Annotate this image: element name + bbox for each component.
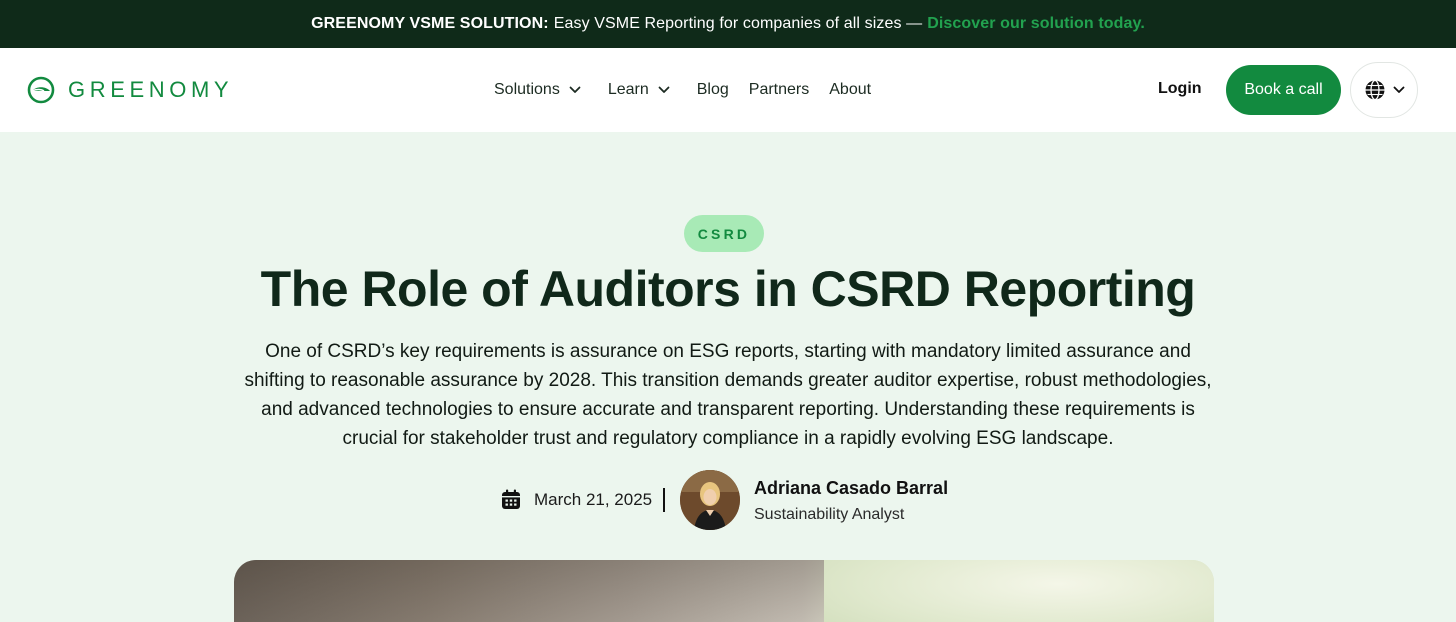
calendar-icon: [502, 489, 520, 509]
chevron-down-icon: [1393, 86, 1404, 93]
article-title: The Role of Auditors in CSRD Reporting: [260, 261, 1196, 317]
nav-item-label: Learn: [607, 81, 649, 98]
nav-item-learn[interactable]: Learn: [608, 81, 670, 99]
nav-item-about[interactable]: About: [829, 81, 871, 99]
main-nav: GREENOMY Solutions Learn Blog Partners A…: [0, 48, 1456, 132]
leaf-logo-icon: [27, 76, 55, 104]
nav-item-label: Partners: [748, 81, 810, 98]
date-text: March 21, 2025: [534, 489, 653, 509]
author-avatar: [680, 470, 740, 530]
brand-logo[interactable]: GREENOMY: [27, 76, 233, 104]
meta-divider: [663, 488, 665, 512]
nav-item-label: Blog: [696, 81, 729, 98]
article-hero: CSRD The Role of Auditors in CSRD Report…: [0, 132, 1456, 622]
language-selector[interactable]: [1350, 62, 1418, 118]
login-link[interactable]: Login: [1158, 80, 1202, 98]
nav-item-label: Solutions: [494, 81, 560, 98]
announcement-message: Easy VSME Reporting for companies of all…: [553, 15, 923, 32]
globe-icon: [1365, 79, 1384, 101]
cover-image-right: [824, 560, 1214, 622]
article-meta: March 21, 2025 Adriana Casado Barral Sus…: [0, 470, 1456, 532]
article-summary: One of CSRD’s key requirements is assura…: [244, 341, 1212, 449]
cover-image-left: [234, 560, 824, 622]
announcement-label: GREENOMY VSME SOLUTION:: [311, 15, 549, 32]
announcement-link[interactable]: Discover our solution today.: [927, 15, 1145, 33]
chevron-down-icon: [569, 86, 581, 93]
author-name[interactable]: Adriana Casado Barral: [754, 478, 948, 499]
nav-links: Solutions Learn Blog Partners About: [494, 48, 871, 132]
article-cover-image: [234, 560, 1214, 622]
nav-item-label: About: [829, 81, 872, 98]
announcement-bar: GREENOMY VSME SOLUTION: Easy VSME Report…: [0, 0, 1456, 48]
author-photo: [680, 470, 740, 530]
category-badge[interactable]: CSRD: [684, 215, 764, 252]
publish-date: March 21, 2025: [501, 489, 652, 510]
nav-item-blog[interactable]: Blog: [697, 81, 729, 99]
book-call-button[interactable]: Book a call: [1226, 65, 1341, 115]
nav-item-solutions[interactable]: Solutions: [494, 81, 581, 99]
nav-item-partners[interactable]: Partners: [749, 81, 809, 99]
brand-name: GREENOMY: [68, 77, 234, 102]
chevron-down-icon: [658, 86, 670, 93]
author-role: Sustainability Analyst: [754, 506, 905, 523]
